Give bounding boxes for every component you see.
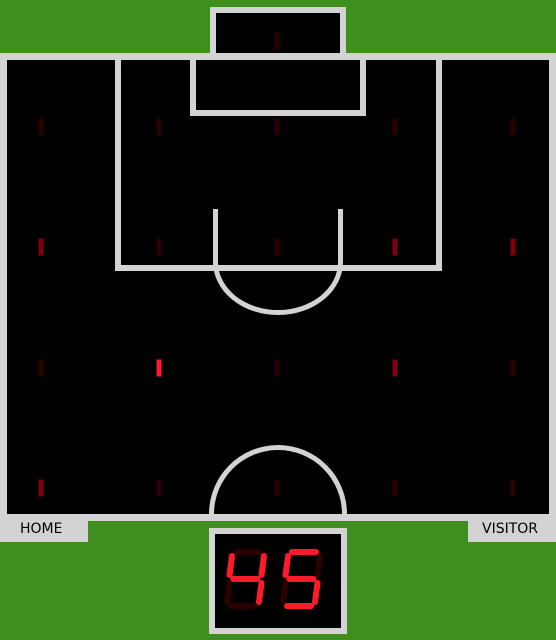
score-segment	[280, 580, 289, 605]
score-segment	[312, 580, 321, 605]
player-blip	[156, 479, 162, 497]
player-blip	[38, 118, 44, 136]
player-blip	[38, 238, 44, 256]
score-segment	[258, 553, 267, 578]
player-blip	[510, 359, 516, 377]
player-blip	[510, 238, 516, 256]
game-board: HOME VISITOR	[0, 0, 556, 640]
player-blip	[274, 479, 280, 497]
player-blip	[38, 479, 44, 497]
player-blip	[156, 118, 162, 136]
score-segment	[314, 553, 323, 578]
player-blip	[392, 359, 398, 377]
home-label: HOME	[0, 516, 88, 542]
player-blip	[38, 359, 44, 377]
score-segment	[224, 580, 233, 605]
goal-area	[190, 56, 366, 116]
player-blip	[510, 118, 516, 136]
player-blip	[274, 118, 280, 136]
score-segment	[282, 553, 291, 578]
player-blip	[274, 32, 280, 50]
player-blip	[274, 359, 280, 377]
visitor-label: VISITOR	[468, 516, 556, 542]
score-segment	[226, 553, 235, 578]
score-segment	[256, 580, 265, 605]
player-blip	[392, 238, 398, 256]
player-blip	[392, 479, 398, 497]
player-blip	[274, 238, 280, 256]
penalty-arc	[213, 209, 343, 315]
player-blip	[392, 118, 398, 136]
player-blip	[156, 359, 162, 377]
player-blip	[510, 479, 516, 497]
score-digits	[224, 549, 323, 609]
player-blip	[156, 238, 162, 256]
